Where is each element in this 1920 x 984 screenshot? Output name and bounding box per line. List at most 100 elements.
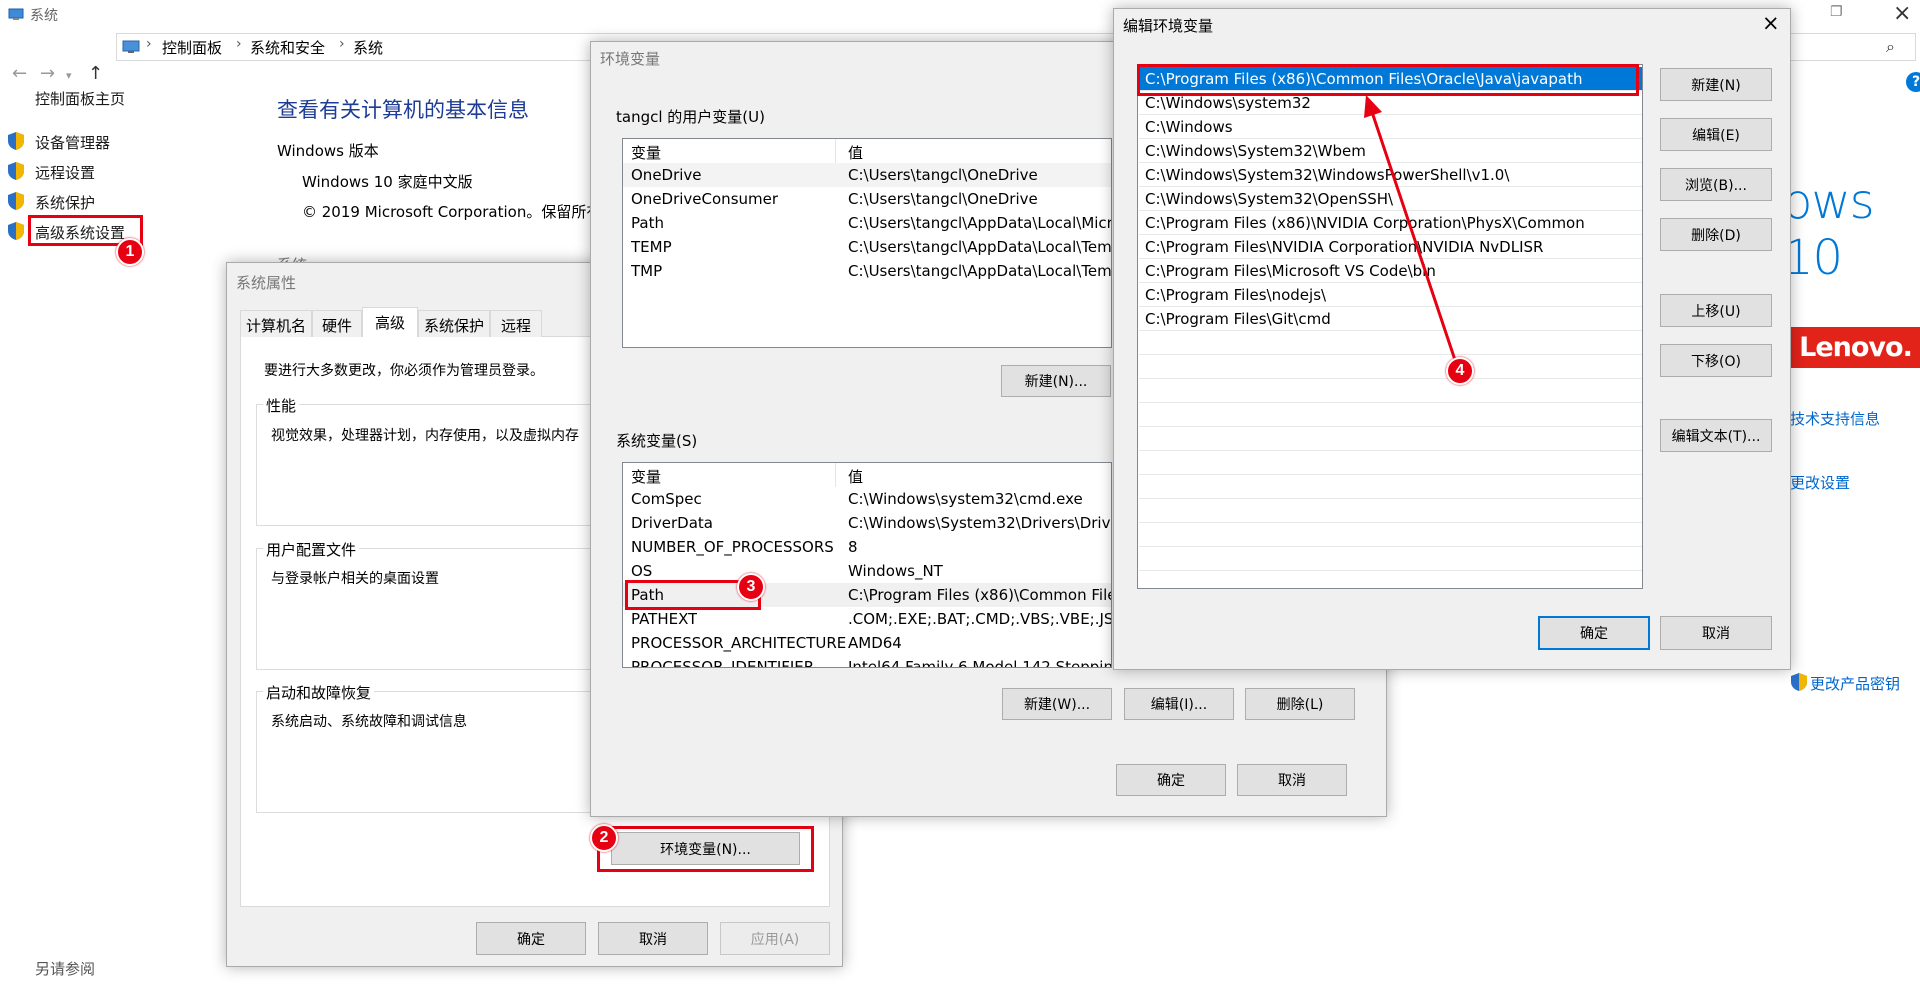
- annotation-badge-4: 4: [1446, 357, 1474, 385]
- table-row[interactable]: DriverData C:\Windows\System32\Drivers\D…: [623, 511, 1111, 535]
- breadcrumb-system-security[interactable]: 系统和安全: [250, 37, 325, 58]
- see-also-heading: 另请参阅: [35, 960, 96, 978]
- recent-chevron-down-icon[interactable]: ▾: [66, 69, 72, 82]
- annotation-badge-2: 2: [590, 824, 618, 852]
- sidebar-item-system-protection[interactable]: 系统保护: [35, 192, 95, 213]
- delete-entry-button[interactable]: 删除(D): [1660, 218, 1772, 251]
- breadcrumb-control-panel[interactable]: 控制面板: [162, 37, 222, 58]
- list-item-empty[interactable]: [1139, 427, 1642, 451]
- system-window-title: 系统: [30, 8, 58, 24]
- table-row[interactable]: PATHEXT .COM;.EXE;.BAT;.CMD;.VBS;.VBE;.J…: [623, 607, 1111, 631]
- edit-cancel-button[interactable]: 取消: [1660, 616, 1772, 650]
- close-icon[interactable]: ×: [1893, 1, 1911, 26]
- variable-value: C:\Users\tangcl\OneDrive: [848, 166, 1038, 184]
- list-item[interactable]: C:\Windows\System32\WindowsPowerShell\v1…: [1139, 163, 1642, 187]
- column-header-value[interactable]: 值: [848, 142, 863, 163]
- list-item[interactable]: C:\Program Files\NVIDIA Corporation\NVID…: [1139, 235, 1642, 259]
- list-item[interactable]: C:\Program Files\nodejs\: [1139, 283, 1642, 307]
- column-header-variable[interactable]: 变量: [631, 466, 661, 487]
- list-item-empty[interactable]: [1139, 379, 1642, 403]
- windows-10-logo: ows 10: [1783, 174, 1875, 286]
- back-arrow-icon[interactable]: ←: [12, 63, 27, 84]
- variable-name: PROCESSOR_ARCHITECTURE: [631, 634, 847, 652]
- page-title: 查看有关计算机的基本信息: [277, 98, 529, 122]
- list-item[interactable]: C:\Program Files\Microsoft VS Code\bin: [1139, 259, 1642, 283]
- breadcrumb-system[interactable]: 系统: [353, 37, 383, 58]
- system-new-button[interactable]: 新建(W)...: [1002, 688, 1112, 720]
- tab-hardware[interactable]: 硬件: [312, 310, 362, 337]
- list-item-empty[interactable]: [1139, 331, 1642, 355]
- sidebar-item-remote-settings[interactable]: 远程设置: [35, 162, 95, 183]
- system-delete-button[interactable]: 删除(L): [1245, 688, 1355, 720]
- user-new-button[interactable]: 新建(N)...: [1001, 365, 1111, 397]
- path-entries-list[interactable]: C:\Program Files (x86)\Common Files\Orac…: [1137, 64, 1643, 589]
- move-down-button[interactable]: 下移(O): [1660, 344, 1772, 377]
- edit-environment-variable-title: 编辑环境变量: [1123, 17, 1214, 35]
- user-variables-table[interactable]: 变量 值 OneDrive C:\Users\tangcl\OneDrive O…: [622, 138, 1112, 348]
- browse-button[interactable]: 浏览(B)...: [1660, 168, 1772, 201]
- column-header-value[interactable]: 值: [848, 466, 863, 487]
- list-item[interactable]: C:\Windows: [1139, 115, 1642, 139]
- list-item-empty[interactable]: [1139, 523, 1642, 547]
- support-info-link[interactable]: 技术支持信息: [1790, 408, 1880, 429]
- variable-value: C:\Users\tangcl\AppData\Local\Tem: [848, 262, 1112, 280]
- tab-system-protection[interactable]: 系统保护: [418, 310, 490, 337]
- table-row[interactable]: TEMP C:\Users\tangcl\AppData\Local\Tem: [623, 235, 1111, 259]
- move-up-button[interactable]: 上移(U): [1660, 294, 1772, 327]
- list-item-empty[interactable]: [1139, 499, 1642, 523]
- variable-name: NUMBER_OF_PROCESSORS: [631, 538, 834, 556]
- list-item[interactable]: C:\Program Files\Git\cmd: [1139, 307, 1642, 331]
- list-item-empty[interactable]: [1139, 451, 1642, 475]
- list-item-empty[interactable]: [1139, 475, 1642, 499]
- table-row[interactable]: OneDriveConsumer C:\Users\tangcl\OneDriv…: [623, 187, 1111, 211]
- table-row[interactable]: ComSpec C:\Windows\system32\cmd.exe: [623, 487, 1111, 511]
- up-arrow-icon[interactable]: ↑: [88, 63, 103, 84]
- sidebar-control-panel-home[interactable]: 控制面板主页: [35, 88, 125, 109]
- edit-entry-button[interactable]: 编辑(E): [1660, 118, 1772, 151]
- search-icon[interactable]: ⌕: [1886, 37, 1895, 57]
- env-cancel-button[interactable]: 取消: [1237, 764, 1347, 796]
- close-icon[interactable]: ×: [1762, 11, 1780, 35]
- env-ok-button[interactable]: 确定: [1116, 764, 1226, 796]
- windows-edition-value: Windows 10 家庭中文版: [302, 173, 473, 191]
- system-variables-label: 系统变量(S): [616, 432, 698, 450]
- restore-icon[interactable]: ❐: [1830, 4, 1843, 20]
- table-row[interactable]: PROCESSOR_IDENTIFIER Intel64 Family 6 Mo…: [623, 655, 1111, 667]
- table-row[interactable]: OneDrive C:\Users\tangcl\OneDrive: [623, 163, 1111, 187]
- tab-remote[interactable]: 远程: [490, 310, 542, 337]
- variable-name: TEMP: [631, 238, 672, 256]
- list-item-empty[interactable]: [1139, 403, 1642, 427]
- table-row[interactable]: TMP C:\Users\tangcl\AppData\Local\Tem: [623, 259, 1111, 283]
- ok-button[interactable]: 确定: [476, 922, 586, 955]
- breadcrumb-separator-icon: ›: [236, 36, 242, 52]
- help-icon[interactable]: ?: [1906, 72, 1920, 92]
- system-variables-table[interactable]: 变量 值 ComSpec C:\Windows\system32\cmd.exe…: [622, 462, 1112, 668]
- table-row[interactable]: PROCESSOR_ARCHITECTURE AMD64: [623, 631, 1111, 655]
- list-item[interactable]: C:\Program Files (x86)\NVIDIA Corporatio…: [1139, 211, 1642, 235]
- forward-arrow-icon[interactable]: →: [40, 63, 55, 84]
- cancel-button[interactable]: 取消: [598, 922, 708, 955]
- variable-value: AMD64: [848, 634, 902, 652]
- list-item[interactable]: C:\Windows\System32\Wbem: [1139, 139, 1642, 163]
- edit-ok-button[interactable]: 确定: [1538, 616, 1650, 650]
- table-row[interactable]: Path C:\Users\tangcl\AppData\Local\Micr: [623, 211, 1111, 235]
- table-row[interactable]: NUMBER_OF_PROCESSORS 8: [623, 535, 1111, 559]
- variable-value: Windows_NT: [848, 562, 943, 580]
- windows-edition-label: Windows 版本: [277, 142, 379, 160]
- annotation-badge-1: 1: [116, 238, 144, 266]
- shield-icon: [8, 132, 24, 150]
- tab-computer-name[interactable]: 计算机名: [240, 310, 312, 337]
- new-entry-button[interactable]: 新建(N): [1660, 68, 1772, 101]
- apply-button[interactable]: 应用(A): [720, 922, 830, 955]
- change-product-key-link[interactable]: 更改产品密钥: [1810, 673, 1900, 694]
- column-header-variable[interactable]: 变量: [631, 142, 661, 163]
- change-settings-link[interactable]: 更改设置: [1790, 472, 1850, 493]
- sidebar-item-device-manager[interactable]: 设备管理器: [35, 132, 110, 153]
- list-item-empty[interactable]: [1139, 355, 1642, 379]
- list-item[interactable]: C:\Windows\System32\OpenSSH\: [1139, 187, 1642, 211]
- performance-label: 性能: [263, 395, 300, 416]
- list-item-empty[interactable]: [1139, 547, 1642, 571]
- edit-text-button[interactable]: 编辑文本(T)...: [1660, 419, 1772, 452]
- tab-advanced[interactable]: 高级: [362, 307, 418, 337]
- system-edit-button[interactable]: 编辑(I)...: [1124, 688, 1234, 720]
